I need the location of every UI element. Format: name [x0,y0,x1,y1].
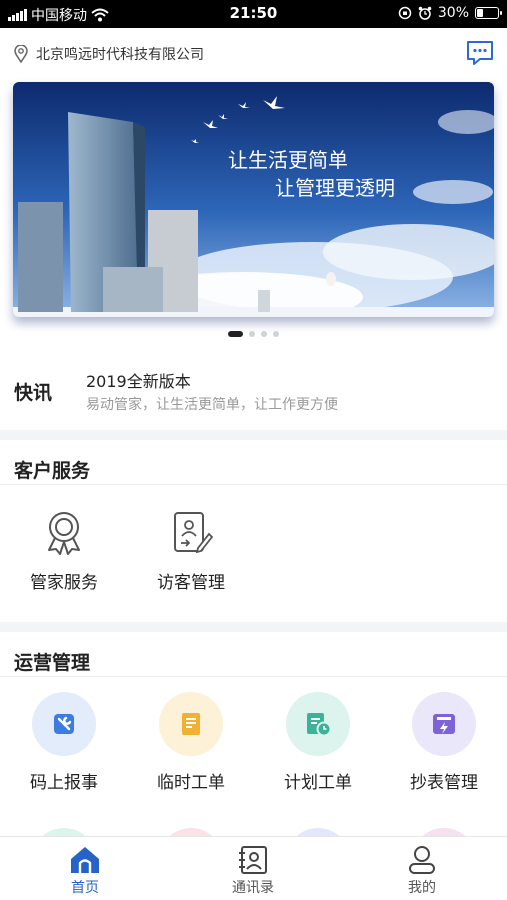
contacts-icon [239,846,267,874]
banner-image: 让生活更简单 让管理更透明 [13,82,494,317]
status-bar: 中国移动 21:50 30% [0,0,507,28]
visitor-management-button[interactable]: 访客管理 [136,510,246,593]
promo-banner[interactable]: 让生活更简单 让管理更透明 [13,82,494,317]
document-icon [182,713,200,735]
icon-circle [159,692,223,756]
battery-icon [475,7,502,19]
operation-label: 码上报事 [30,773,98,793]
icon-circle [412,692,476,756]
service-label: 管家服务 [30,573,98,593]
location-name: 北京鸣远时代科技有限公司 [36,47,204,63]
operation-label: 抄表管理 [410,773,478,793]
operation-label: 计划工单 [284,773,352,793]
planned-work-order-button[interactable]: 计划工单 [263,692,373,793]
tab-profile[interactable]: 我的 [362,845,482,897]
news-flash[interactable]: 快讯 2019全新版本 易动管家，让生活更简单，让工作更方便 [0,360,507,430]
section-divider [0,484,507,485]
operations-section: 运营管理 码上报事 临时工单 计划工单 抄表管理 [0,632,507,892]
customer-service-section: 客户服务 管家服务 访客管理 [0,440,507,622]
report-issue-button[interactable]: 码上报事 [9,692,119,793]
tab-label: 首页 [71,880,99,896]
section-title: 客户服务 [14,460,91,482]
pagination-dot[interactable] [249,331,255,337]
news-summary: 易动管家，让生活更简单，让工作更方便 [86,397,338,413]
rotation-lock-icon [398,6,412,20]
tab-contacts[interactable]: 通讯录 [193,845,313,897]
banner-slogan-line2: 让管理更透明 [275,176,395,200]
alarm-icon [418,6,432,20]
pagination-dot[interactable] [273,331,279,337]
status-icons: 30% [398,5,502,21]
section-divider [0,676,507,677]
butler-service-button[interactable]: 管家服务 [9,510,119,593]
operation-label: 临时工单 [157,773,225,793]
medal-icon [48,512,80,555]
clock-document-icon [307,713,332,737]
icon-circle [286,692,350,756]
tab-label: 我的 [408,880,436,896]
bottom-navigation: 首页 通讯录 我的 [0,836,507,900]
tab-label: 通讯录 [232,880,274,896]
visitor-card-icon [174,512,213,554]
meter-reading-button[interactable]: 抄表管理 [389,692,499,793]
wrench-icon [54,714,74,734]
battery-percent: 30% [437,5,469,21]
section-title: 运营管理 [14,652,91,674]
service-label: 访客管理 [157,573,225,593]
profile-icon [409,846,435,874]
banner-pagination[interactable] [0,331,507,337]
news-headline[interactable]: 2019全新版本 [86,368,191,392]
banner-slogan-line1: 让生活更简单 [228,148,348,172]
home-top-area: 北京鸣远时代科技有限公司 让生活更简单 让管理更透明 快讯 2019全新版本 易… [0,28,507,430]
location-pin-icon [14,45,28,63]
icon-circle [32,692,96,756]
news-label: 快讯 [14,382,53,404]
chat-bubble-icon[interactable] [465,38,495,68]
meter-icon [433,714,455,734]
location-bar[interactable]: 北京鸣远时代科技有限公司 [14,44,204,64]
home-icon [71,847,99,873]
temporary-work-order-button[interactable]: 临时工单 [136,692,246,793]
pagination-dot[interactable] [228,331,243,337]
pagination-dot[interactable] [261,331,267,337]
tab-home[interactable]: 首页 [25,845,145,897]
